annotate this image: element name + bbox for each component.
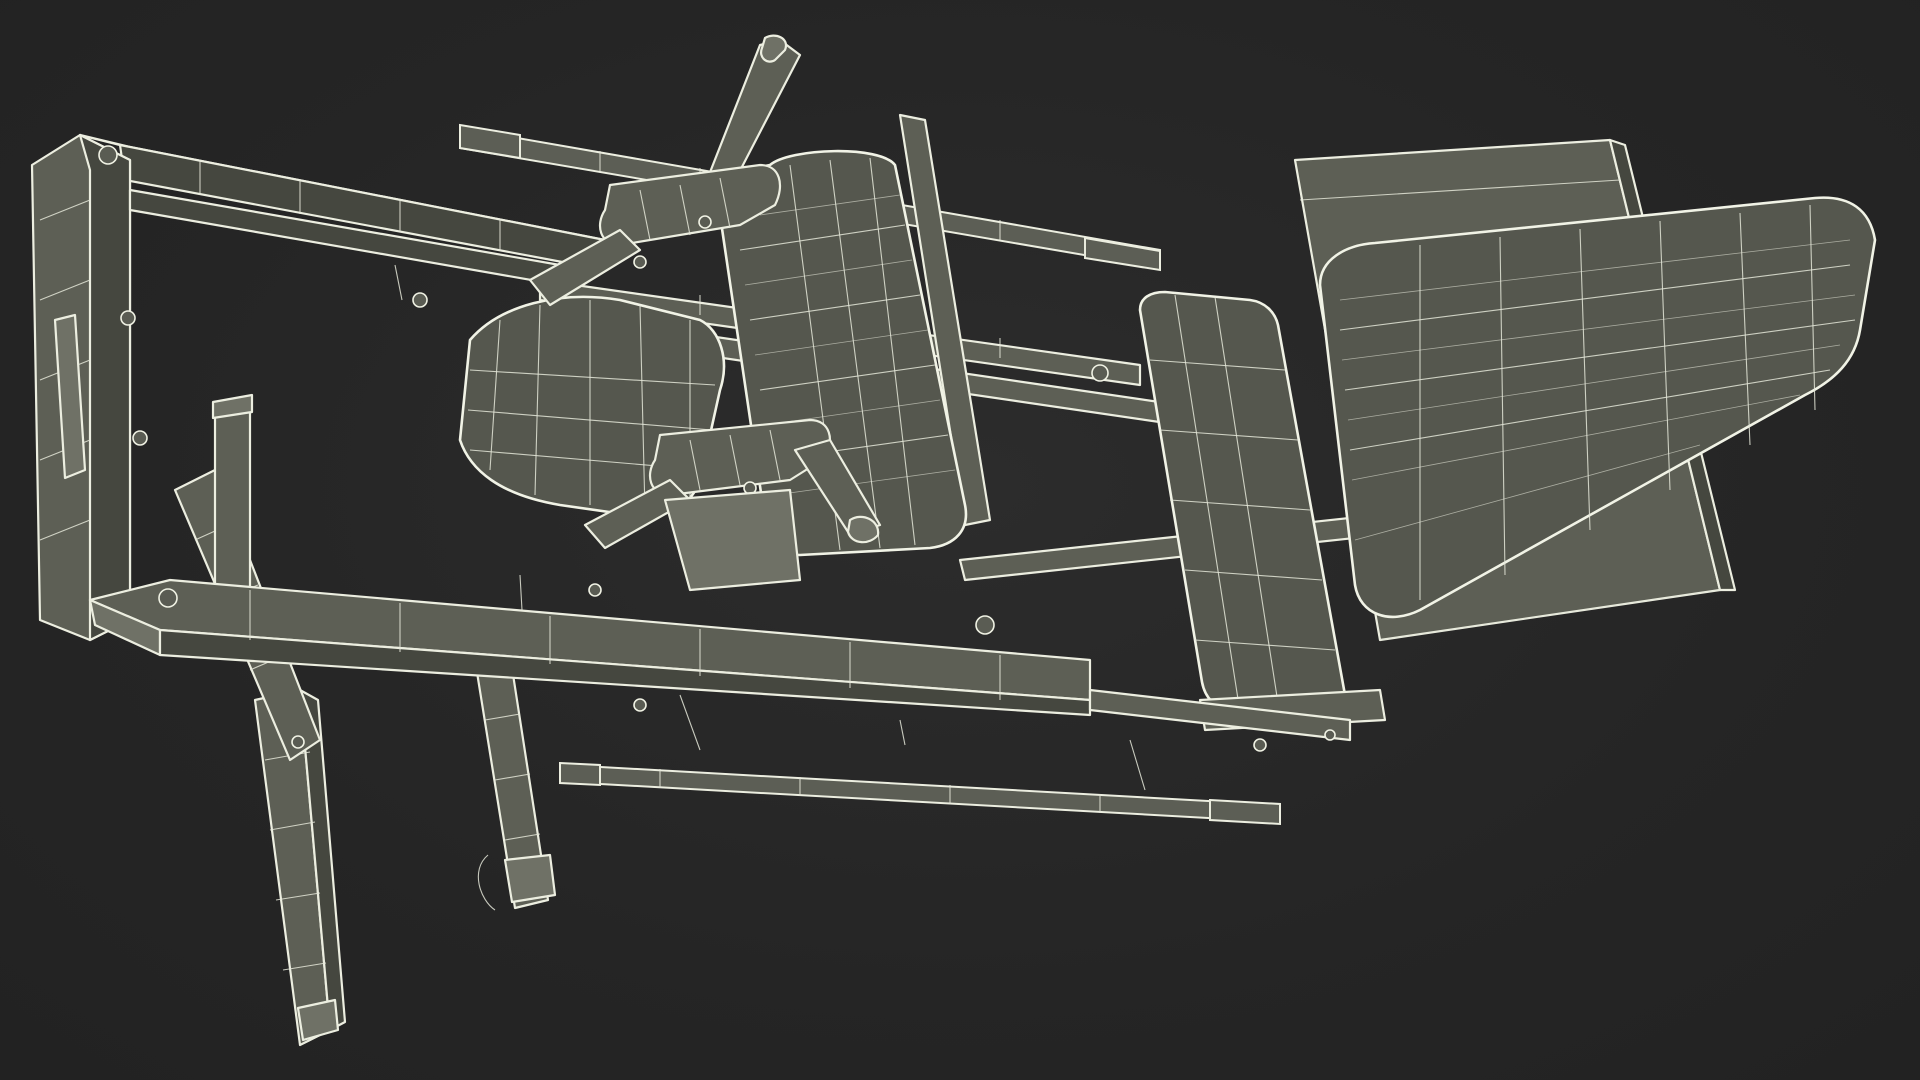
wireframe-render: [30, 34, 1877, 1047]
lower-weight-bar: [559, 761, 1281, 826]
3d-viewport: [0, 0, 1920, 1080]
center-support-leg: [473, 653, 557, 911]
rear-left-upright: [211, 393, 254, 602]
carriage-block: [1138, 290, 1347, 722]
